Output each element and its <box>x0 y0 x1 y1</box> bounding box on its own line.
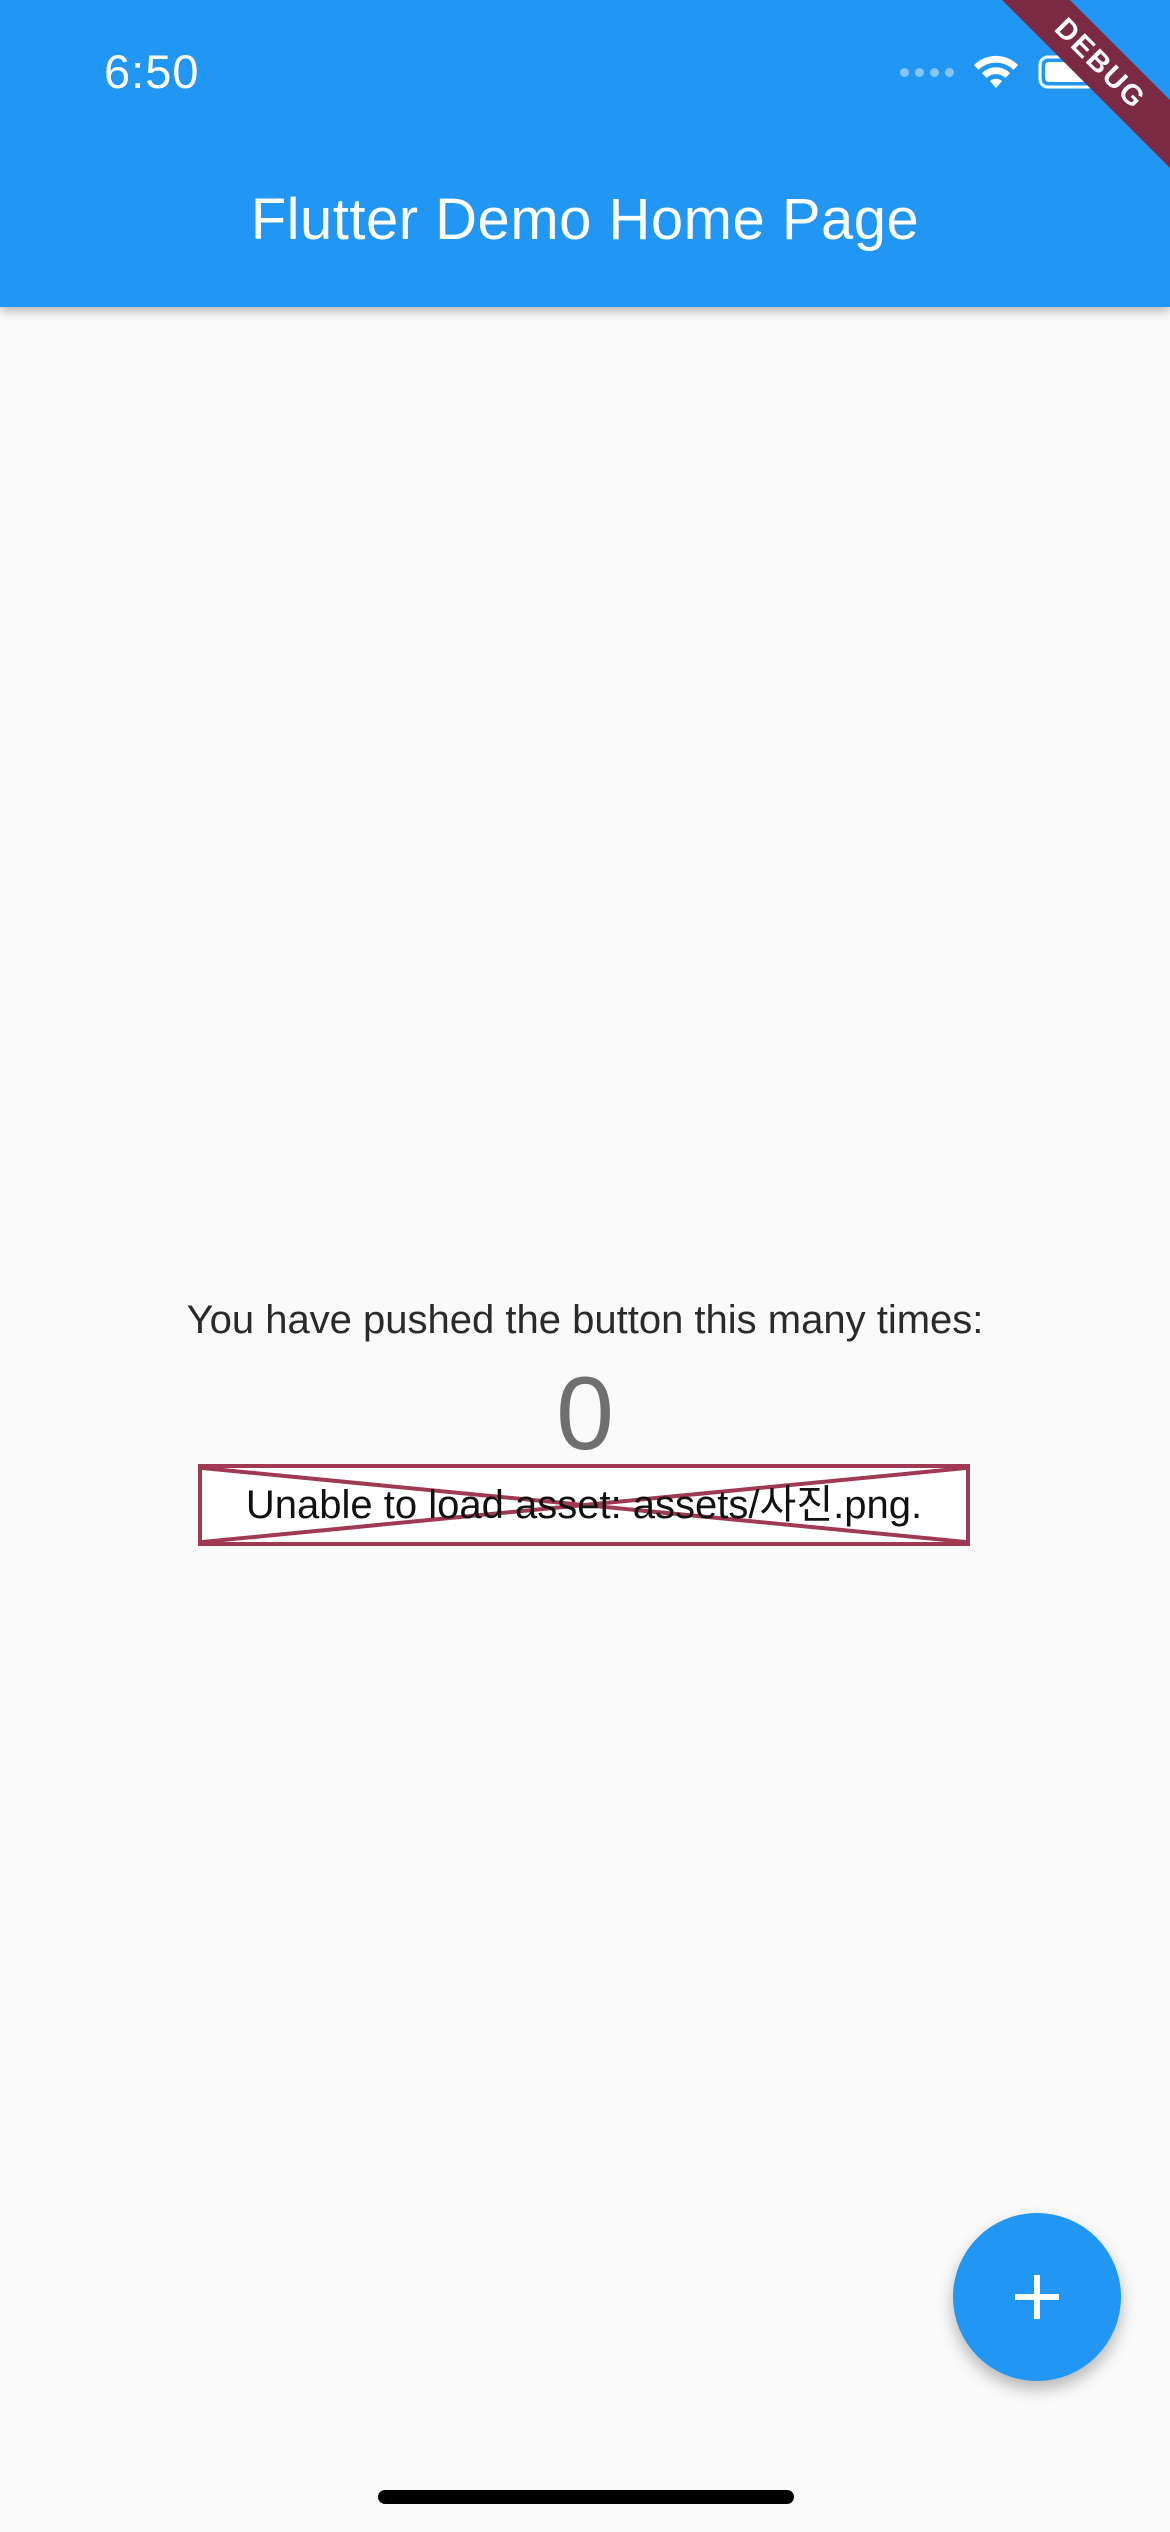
image-error-placeholder: Unable to load asset: assets/사진.png. <box>198 1464 970 1546</box>
app-screen: 6:50 Flutter Demo Home Page DEBUG You ha… <box>0 0 1170 2532</box>
signal-icon <box>900 67 954 77</box>
battery-icon <box>1038 55 1102 89</box>
home-indicator[interactable] <box>378 2490 794 2504</box>
image-error-message: Unable to load asset: assets/사진.png. <box>245 1483 923 1527</box>
counter-section: You have pushed the button this many tim… <box>0 1288 1170 1474</box>
status-icons <box>900 52 1104 92</box>
app-bar: 6:50 Flutter Demo Home Page <box>0 0 1170 307</box>
status-time: 6:50 <box>104 45 200 98</box>
counter-label: You have pushed the button this many tim… <box>186 1298 984 1342</box>
page-title: Flutter Demo Home Page <box>250 187 920 252</box>
increment-button[interactable] <box>953 2213 1121 2381</box>
wifi-icon <box>974 55 1018 88</box>
plus-icon <box>1015 2275 1059 2319</box>
counter-value: 0 <box>556 1356 614 1472</box>
